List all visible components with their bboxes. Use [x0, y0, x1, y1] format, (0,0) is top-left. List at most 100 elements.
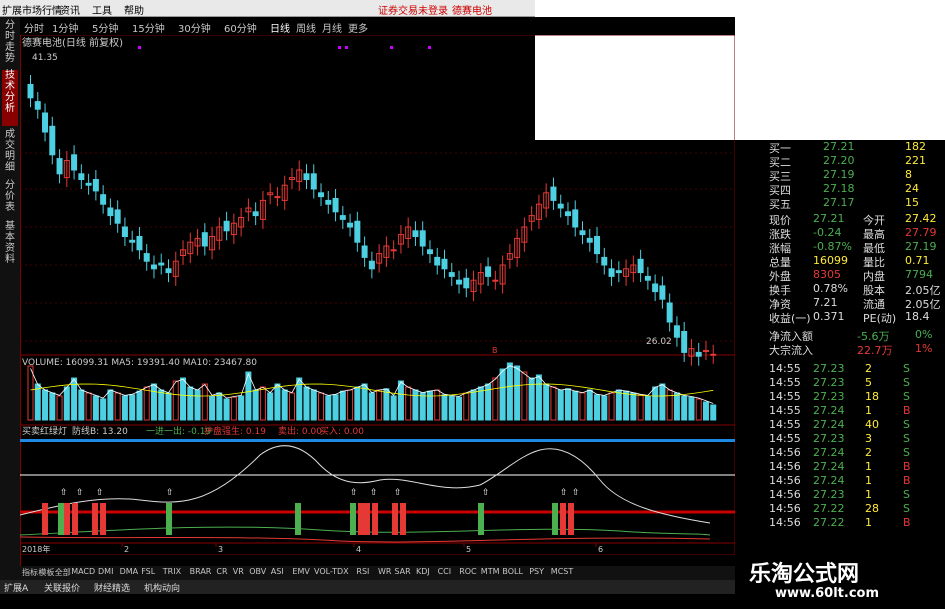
indicator-tab[interactable]: 模板 — [38, 567, 54, 578]
tab-fundamentals[interactable]: 基本资料 — [2, 221, 18, 271]
indicator-tab[interactable]: MTM — [481, 567, 500, 576]
volume-bar — [143, 386, 150, 421]
signal-bar — [42, 503, 48, 535]
period-tab-active[interactable]: 日线 — [270, 20, 290, 35]
period-tab[interactable]: 月线 — [322, 20, 342, 35]
period-more[interactable]: 更多 — [348, 20, 368, 35]
indicator-tab[interactable]: MCST — [551, 567, 573, 576]
bottom-tab[interactable]: 财经精选 — [94, 581, 130, 594]
volume-bar — [187, 386, 194, 421]
period-tab[interactable]: 分时 — [24, 20, 44, 35]
tab-intraday[interactable]: 分时走势 — [2, 20, 18, 68]
period-bar: 分时 1分钟 5分钟 15分钟 30分钟 60分钟 日线 周线 月线 更多 — [20, 17, 735, 35]
tick-volume: 2 — [865, 362, 872, 375]
signal-bar — [166, 503, 172, 535]
indicator-tab[interactable]: ASI — [271, 567, 284, 576]
tick-volume: 2 — [865, 446, 872, 459]
indicator-tab[interactable]: CR — [216, 567, 227, 576]
indicator-tab[interactable]: OBV — [249, 567, 266, 576]
indicator-red-line — [20, 536, 711, 543]
menu-item-news[interactable]: 资讯 — [60, 2, 80, 17]
tick-price: 27.23 — [813, 362, 845, 375]
volume-bar — [412, 389, 419, 421]
menu-item-help[interactable]: 帮助 — [124, 2, 144, 17]
stock-name-link[interactable]: 德赛电池 — [452, 2, 492, 17]
volume-bar — [615, 389, 622, 421]
quote-value: 27.21 — [813, 212, 845, 225]
indicator-tab[interactable]: RSI — [356, 567, 369, 576]
time-axis-label: 4 — [356, 545, 361, 554]
indicator-line4: 买入: 0.00 — [320, 426, 364, 437]
period-tab[interactable]: 周线 — [296, 20, 316, 35]
indicator-tab[interactable]: VR — [233, 567, 244, 576]
tick-direction: B — [903, 474, 911, 487]
indicator-tab[interactable]: CCI — [438, 567, 452, 576]
indicator-tab[interactable]: PSY — [529, 567, 544, 576]
period-tab[interactable]: 5分钟 — [92, 20, 118, 35]
candle-body — [107, 207, 114, 217]
bottom-tab[interactable]: 机构动向 — [144, 581, 180, 594]
candle-body — [347, 222, 354, 228]
period-tab[interactable]: 1分钟 — [52, 20, 78, 35]
order-book-price: 27.17 — [823, 196, 855, 209]
tick-volume: 40 — [865, 418, 879, 431]
indicator-tab[interactable]: 全部 — [55, 567, 71, 578]
indicator-tab[interactable]: TRIX — [163, 567, 181, 576]
candle-body — [27, 84, 34, 99]
tick-volume: 1 — [865, 404, 872, 417]
volume-bar — [100, 398, 107, 421]
tab-price-table[interactable]: 分价表 — [2, 180, 18, 218]
indicator-tab[interactable]: FSL — [141, 567, 155, 576]
signal-bar — [372, 503, 378, 535]
volume-bar — [56, 395, 63, 421]
volume-bar — [238, 395, 245, 421]
signal-bar — [100, 503, 106, 535]
indicator-tab[interactable]: BOLL — [502, 567, 523, 576]
indicator-tab[interactable]: SAR — [394, 567, 410, 576]
indicator-tab[interactable]: VOL-TDX — [314, 567, 349, 576]
login-status-warning[interactable]: 证券交易未登录 — [378, 2, 448, 17]
tab-trade-details[interactable]: 成交明细 — [2, 129, 18, 177]
volume-bar — [405, 386, 412, 421]
indicator-tab[interactable]: 指标 — [22, 567, 38, 578]
indicator-tab[interactable]: MACD — [71, 567, 95, 576]
signal-marker — [428, 46, 431, 49]
period-tab[interactable]: 30分钟 — [178, 20, 211, 35]
arrow-up-icon: ⇧ — [96, 488, 104, 498]
period-tab[interactable]: 60分钟 — [224, 20, 257, 35]
bottom-tab[interactable]: 扩展A — [4, 581, 28, 594]
candle-body — [49, 125, 56, 156]
quote-value: 27.42 — [905, 212, 937, 225]
chart-frame — [20, 35, 735, 555]
tab-technical-analysis[interactable]: 技术分析 — [2, 70, 18, 126]
indicator-tab[interactable]: DMI — [98, 567, 113, 576]
signal-bar — [552, 503, 558, 535]
flow-value: 22.7万 — [857, 344, 893, 357]
candle-body — [56, 158, 63, 175]
tick-direction: S — [903, 418, 910, 431]
candle-body — [121, 226, 128, 237]
tick-price: 27.23 — [813, 376, 845, 389]
candle-body — [34, 101, 41, 110]
volume-bar — [347, 389, 354, 421]
volume-bar — [673, 392, 680, 421]
order-book-volume: 8 — [905, 168, 912, 181]
menu-item-market[interactable]: 扩展市场行情 — [2, 2, 62, 17]
indicator-tab[interactable]: ROC — [459, 567, 476, 576]
indicator-tab[interactable]: BRAR — [190, 567, 212, 576]
tick-price: 27.24 — [813, 446, 845, 459]
indicator-tab[interactable]: EMV — [292, 567, 309, 576]
candle-body — [666, 302, 673, 323]
indicator-tab[interactable]: KDJ — [416, 567, 430, 576]
candle-body — [681, 331, 688, 353]
candle-body — [448, 272, 455, 277]
time-axis-label: 2 — [124, 545, 129, 554]
candle-body — [608, 268, 615, 277]
kline-chart-area[interactable]: 36.0034.0032.0030.0028.0026.007000035000… — [20, 35, 735, 555]
indicator-tab[interactable]: WR — [378, 567, 391, 576]
period-tab[interactable]: 15分钟 — [132, 20, 165, 35]
menu-item-tools[interactable]: 工具 — [92, 2, 112, 17]
bottom-tab[interactable]: 关联报价 — [44, 581, 80, 594]
candle-body — [310, 173, 317, 190]
indicator-tab[interactable]: DMA — [120, 567, 139, 576]
